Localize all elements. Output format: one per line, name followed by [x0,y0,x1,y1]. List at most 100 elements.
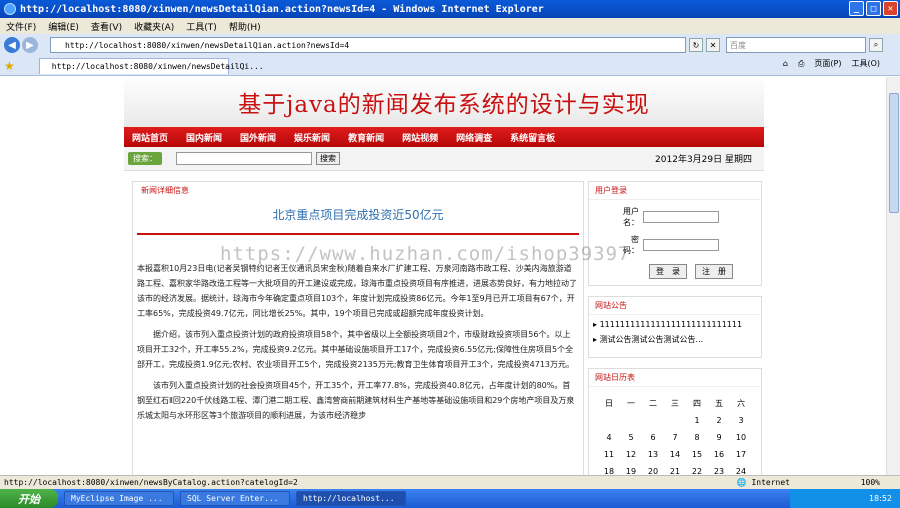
calendar-day [642,412,664,429]
status-url: http://localhost:8080/xinwen/newsByCatal… [4,478,298,487]
calendar-day: 1 [694,416,700,425]
calendar-day: 24 [735,467,747,475]
nav-survey[interactable]: 网络调查 [456,131,492,144]
menu-favorites[interactable]: 收藏夹(A) [134,20,174,33]
article-paragraph: 据介绍，该市列入重点投资计划的政府投资项目58个，其中省级以上全额投资项目2个，… [137,330,575,369]
address-input[interactable]: http://localhost:8080/xinwen/newsDetailQ… [50,37,686,53]
nav-video[interactable]: 网站视频 [402,131,438,144]
nav-education[interactable]: 教育新闻 [348,131,384,144]
menu-bar: 文件(F) 编辑(E) 查看(V) 收藏夹(A) 工具(T) 帮助(H) [0,18,900,34]
calendar-day: 18 [603,467,615,475]
article-headline: 北京重点项目完成投资近50亿元 [272,208,444,222]
security-zone: 🌐 Internet [736,478,790,487]
notice-item[interactable]: ▸ 1111111111111111111111111111 [589,315,761,329]
calendar-day: 4 [606,433,612,442]
site-search-button[interactable]: 搜索 [316,152,340,165]
nav-international[interactable]: 国外新闻 [240,131,276,144]
calendar-day [620,412,642,429]
weekday: 四 [693,399,701,408]
address-bar: ◀ ▶ http://localhost:8080/xinwen/newsDet… [0,34,900,56]
login-box: 用户登录 用户名： 密 码： 登 录 注 册 [588,181,762,286]
taskbar-item-browser[interactable]: http://localhost... [296,491,406,506]
site-banner: 基于java的新闻发布系统的设计与实现 [124,77,764,127]
register-button[interactable]: 注 册 [695,264,733,279]
site-search-label: 搜索： [128,152,162,165]
login-button[interactable]: 登 录 [649,264,687,279]
calendar-day: 7 [672,433,678,442]
menu-help[interactable]: 帮助(H) [229,20,261,33]
site-title: 基于java的新闻发布系统的设计与实现 [238,92,650,118]
site-date: 2012年3月29日 星期四 [655,155,752,165]
vertical-scrollbar[interactable] [886,77,900,475]
back-icon[interactable]: ◀ [4,37,20,53]
calendar-day: 10 [735,433,747,442]
tab-bar: ★ http://localhost:8080/xinwen/newsDetai… [0,56,900,76]
window-title: http://localhost:8080/xinwen/newsDetailQ… [20,3,544,15]
site-search-row: 搜索： 搜索 2012年3月29日 星期四 [124,147,764,171]
refresh-icon[interactable]: ↻ [689,38,703,52]
weekday: 一 [627,399,635,408]
calendar-day [664,412,686,429]
stop-icon[interactable]: ✕ [706,38,720,52]
calendar-title: 网站日历表 [589,369,761,387]
page-menu[interactable]: 页面(P) [814,58,841,69]
sidebar: 用户登录 用户名： 密 码： 登 录 注 册 网站公告 ▸ 1111111111… [588,181,762,475]
weekday: 六 [737,399,745,408]
calendar-day: 5 [628,433,634,442]
site-nav: 网站首页 国内新闻 国外新闻 娱乐新闻 教育新闻 网站视频 网络调查 系统留言板 [124,127,764,147]
calendar-day: 8 [694,433,700,442]
browser-tab[interactable]: http://localhost:8080/xinwen/newsDetailQ… [38,57,264,74]
calendar-day: 11 [603,450,615,459]
article-paragraph: 本报嘉积10月23日电(记者吴钢特约记者王仪通讯员宋金秋)随着自来水厂扩建工程、… [137,264,577,318]
calendar-day: 16 [713,450,725,459]
notice-item[interactable]: ▸ 测试公告测试公告测试公告... [589,329,761,345]
close-button[interactable]: ✕ [883,1,898,16]
home-icon[interactable]: ⌂ [783,59,788,68]
nav-domestic[interactable]: 国内新闻 [186,131,222,144]
menu-tools[interactable]: 工具(T) [186,20,217,33]
taskbar-item-sqlserver[interactable]: SQL Server Enter... [180,491,290,506]
article-body: 本报嘉积10月23日电(记者吴钢特约记者王仪通讯员宋金秋)随着自来水厂扩建工程、… [133,235,583,423]
status-bar: http://localhost:8080/xinwen/newsByCatal… [0,475,900,489]
zoom-level[interactable]: 100% [861,478,880,487]
ie-logo-icon [4,3,16,15]
weekday: 日 [605,399,613,408]
calendar-day: 19 [625,467,637,475]
notice-title: 网站公告 [589,297,761,315]
password-field[interactable] [643,239,719,251]
minimize-button[interactable]: _ [849,1,864,16]
tools-menu[interactable]: 工具(O) [851,58,880,69]
nav-home[interactable]: 网站首页 [132,131,168,144]
browser-window: http://localhost:8080/xinwen/newsDetailQ… [0,0,900,508]
article-panel: 新闻详细信息 北京重点项目完成投资近50亿元 本报嘉积10月23日电(记者吴钢特… [132,181,584,475]
calendar-day: 6 [650,433,656,442]
print-icon[interactable]: ⎙ [798,59,804,69]
favorites-star-icon[interactable]: ★ [4,59,15,73]
calendar-day: 14 [669,450,681,459]
taskbar-item-myeclipse[interactable]: MyEclipse Image ... [64,491,174,506]
calendar-table: 日一二三四五六 123 4 5 6 7 8 9 10 11 12 13 14 15 16 17 18 19… [598,395,752,475]
scrollbar-thumb[interactable] [889,93,899,213]
search-icon[interactable]: ⌕ [869,38,883,52]
password-label: 密 码： [623,235,647,255]
search-input[interactable]: 百度 [726,37,866,53]
calendar-day [598,412,620,429]
maximize-button[interactable]: □ [866,1,881,16]
forward-icon[interactable]: ▶ [22,37,38,53]
calendar-day: 21 [669,467,681,475]
nav-entertainment[interactable]: 娱乐新闻 [294,131,330,144]
weekday: 三 [671,399,679,408]
calendar-day: 17 [735,450,747,459]
calendar-box: 网站日历表 日一二三四五六 123 4 5 6 7 8 9 10 11 12 13 14 15 16 1… [588,368,762,475]
username-field[interactable] [643,211,719,223]
login-title: 用户登录 [589,182,761,200]
site-page: 基于java的新闻发布系统的设计与实现 网站首页 国内新闻 国外新闻 娱乐新闻 … [124,77,764,475]
calendar-day: 20 [647,467,659,475]
menu-view[interactable]: 查看(V) [91,20,122,33]
site-search-input[interactable] [176,152,312,165]
menu-file[interactable]: 文件(F) [6,20,36,33]
calendar-day: 3 [738,416,744,425]
nav-guestbook[interactable]: 系统留言板 [510,131,555,144]
start-button[interactable]: 开始 [0,489,58,508]
menu-edit[interactable]: 编辑(E) [48,20,79,33]
